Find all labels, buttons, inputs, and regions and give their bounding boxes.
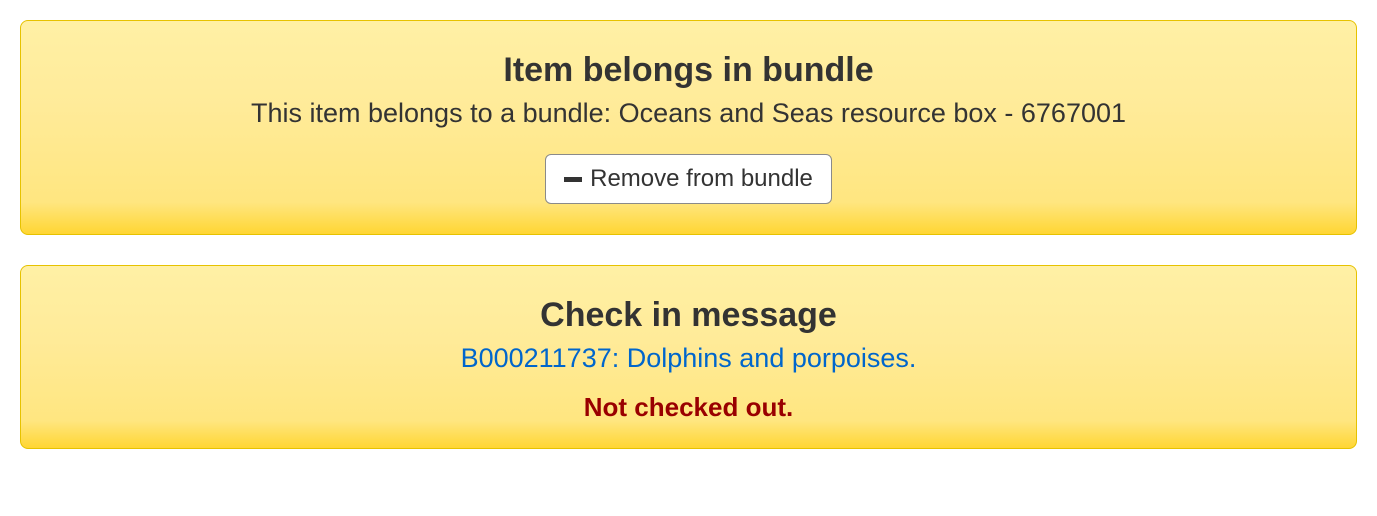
bundle-alert: Item belongs in bundle This item belongs… bbox=[20, 20, 1357, 235]
bundle-alert-title: Item belongs in bundle bbox=[41, 51, 1336, 90]
minus-icon bbox=[564, 177, 582, 182]
remove-from-bundle-button[interactable]: Remove from bundle bbox=[545, 154, 832, 204]
bundle-alert-subtitle: This item belongs to a bundle: Oceans an… bbox=[41, 98, 1336, 129]
checkin-status: Not checked out. bbox=[41, 392, 1336, 423]
checkin-alert: Check in message B000211737: Dolphins an… bbox=[20, 265, 1357, 449]
checkin-alert-title: Check in message bbox=[41, 296, 1336, 335]
remove-button-label: Remove from bundle bbox=[590, 165, 813, 193]
item-link[interactable]: B000211737: Dolphins and porpoises. bbox=[461, 343, 917, 374]
